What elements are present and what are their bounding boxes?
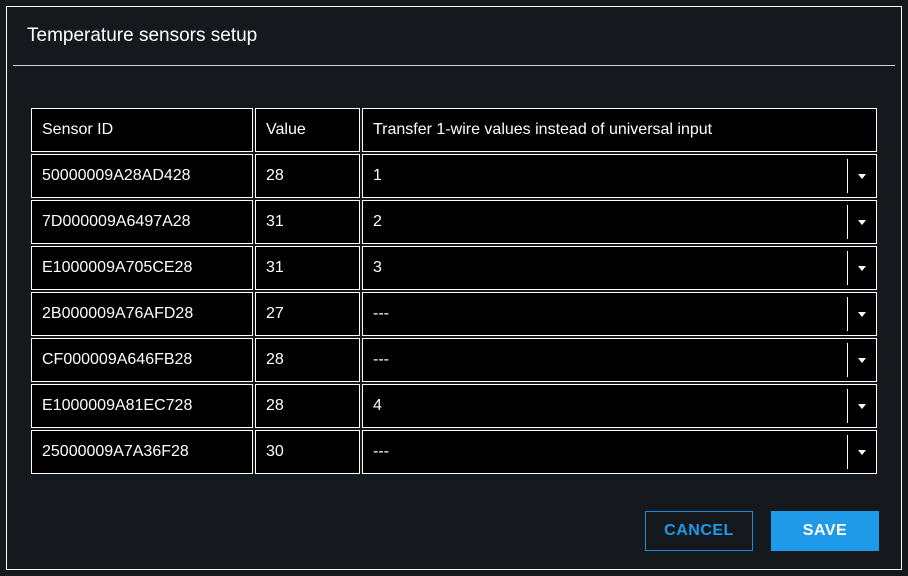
transfer-select[interactable]: 3 xyxy=(363,247,876,289)
table-row: E1000009A81EC728284 xyxy=(31,384,877,428)
header-sensor-id: Sensor ID xyxy=(31,108,253,152)
header-value: Value xyxy=(255,108,360,152)
dialog-content: Sensor ID Value Transfer 1-wire values i… xyxy=(7,66,901,476)
save-button[interactable]: SAVE xyxy=(771,511,879,551)
transfer-select-caret[interactable] xyxy=(846,339,876,381)
dialog-title: Temperature sensors setup xyxy=(7,7,901,65)
transfer-select-caret[interactable] xyxy=(846,155,876,197)
table-row: 50000009A28AD428281 xyxy=(31,154,877,198)
transfer-select-value: 2 xyxy=(363,201,846,243)
cell-value: 28 xyxy=(255,154,360,198)
cell-value: 30 xyxy=(255,430,360,474)
cell-transfer: 4 xyxy=(362,384,877,428)
transfer-select[interactable]: --- xyxy=(363,339,876,381)
chevron-down-icon xyxy=(858,312,866,317)
dialog-footer: CANCEL SAVE xyxy=(645,511,879,551)
sensors-table: Sensor ID Value Transfer 1-wire values i… xyxy=(29,106,879,476)
table-header-row: Sensor ID Value Transfer 1-wire values i… xyxy=(31,108,877,152)
cell-sensor-id: E1000009A81EC728 xyxy=(31,384,253,428)
cancel-button[interactable]: CANCEL xyxy=(645,511,753,551)
table-row: CF000009A646FB2828--- xyxy=(31,338,877,382)
transfer-select-value: 1 xyxy=(363,155,846,197)
table-row: 25000009A7A36F2830--- xyxy=(31,430,877,474)
transfer-select-value: --- xyxy=(363,339,846,381)
cell-transfer: 3 xyxy=(362,246,877,290)
cell-transfer: --- xyxy=(362,430,877,474)
cell-value: 27 xyxy=(255,292,360,336)
transfer-select[interactable]: --- xyxy=(363,293,876,335)
table-row: 2B000009A76AFD2827--- xyxy=(31,292,877,336)
cell-sensor-id: 50000009A28AD428 xyxy=(31,154,253,198)
cell-transfer: 2 xyxy=(362,200,877,244)
cell-sensor-id: 7D000009A6497A28 xyxy=(31,200,253,244)
cell-value: 31 xyxy=(255,200,360,244)
transfer-select-value: --- xyxy=(363,293,846,335)
chevron-down-icon xyxy=(858,358,866,363)
transfer-select[interactable]: 2 xyxy=(363,201,876,243)
cell-sensor-id: CF000009A646FB28 xyxy=(31,338,253,382)
dialog: Temperature sensors setup Sensor ID Valu… xyxy=(6,6,902,570)
cell-transfer: --- xyxy=(362,338,877,382)
transfer-select[interactable]: 1 xyxy=(363,155,876,197)
transfer-select-value: 4 xyxy=(363,385,846,427)
chevron-down-icon xyxy=(858,266,866,271)
transfer-select[interactable]: --- xyxy=(363,431,876,473)
chevron-down-icon xyxy=(858,174,866,179)
transfer-select-caret[interactable] xyxy=(846,201,876,243)
cell-value: 28 xyxy=(255,384,360,428)
header-transfer: Transfer 1-wire values instead of univer… xyxy=(362,108,877,152)
cell-sensor-id: 25000009A7A36F28 xyxy=(31,430,253,474)
chevron-down-icon xyxy=(858,404,866,409)
cell-value: 31 xyxy=(255,246,360,290)
cell-transfer: 1 xyxy=(362,154,877,198)
transfer-select-caret[interactable] xyxy=(846,293,876,335)
transfer-select-caret[interactable] xyxy=(846,385,876,427)
table-row: 7D000009A6497A28312 xyxy=(31,200,877,244)
transfer-select-caret[interactable] xyxy=(846,431,876,473)
cell-sensor-id: 2B000009A76AFD28 xyxy=(31,292,253,336)
transfer-select-value: --- xyxy=(363,431,846,473)
cell-value: 28 xyxy=(255,338,360,382)
transfer-select-value: 3 xyxy=(363,247,846,289)
transfer-select-caret[interactable] xyxy=(846,247,876,289)
cell-transfer: --- xyxy=(362,292,877,336)
cell-sensor-id: E1000009A705CE28 xyxy=(31,246,253,290)
chevron-down-icon xyxy=(858,220,866,225)
table-row: E1000009A705CE28313 xyxy=(31,246,877,290)
transfer-select[interactable]: 4 xyxy=(363,385,876,427)
chevron-down-icon xyxy=(858,450,866,455)
